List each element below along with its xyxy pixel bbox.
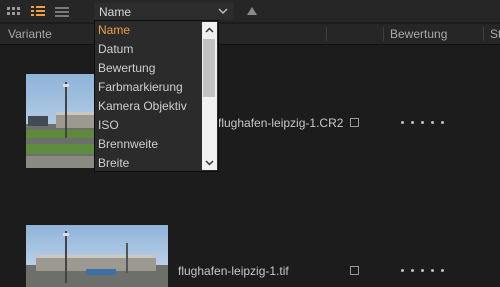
dropdown-option-datum[interactable]: Datum bbox=[95, 40, 201, 59]
column-header: Variante Bewertung St bbox=[0, 24, 500, 45]
scrollbar-thumb[interactable] bbox=[203, 39, 215, 97]
file-name[interactable]: flughafen-leipzig-1.CR2 bbox=[218, 116, 343, 130]
file-name[interactable]: flughafen-leipzig-1.tif bbox=[178, 264, 289, 278]
column-truncated[interactable]: St bbox=[490, 27, 500, 41]
rating-dot[interactable] bbox=[411, 269, 414, 272]
chevron-down-icon bbox=[217, 5, 229, 17]
rating-dot[interactable] bbox=[441, 121, 444, 124]
list-item[interactable]: flughafen-leipzig-1.tif bbox=[0, 175, 500, 287]
sort-direction-icon[interactable] bbox=[245, 5, 259, 17]
photo-thumbnail[interactable] bbox=[26, 225, 168, 287]
rating-dot[interactable] bbox=[431, 121, 434, 124]
rating-dots[interactable] bbox=[401, 269, 444, 272]
scroll-up-arrow-icon[interactable] bbox=[204, 25, 215, 36]
sort-field-dropdown[interactable]: Name Datum Bewertung Farbmarkierung Kame… bbox=[94, 20, 219, 172]
select-checkbox[interactable] bbox=[350, 118, 359, 127]
detail-view-icon[interactable] bbox=[54, 3, 70, 19]
toolbar: Name bbox=[0, 0, 500, 22]
rating-dot[interactable] bbox=[431, 269, 434, 272]
list-item[interactable]: flughafen-leipzig-1.CR2 bbox=[0, 45, 500, 175]
column-divider[interactable] bbox=[383, 27, 384, 41]
column-variant[interactable]: Variante bbox=[8, 27, 52, 41]
dropdown-option-kamera-objektiv[interactable]: Kamera Objektiv bbox=[95, 97, 201, 116]
list-view-icon[interactable] bbox=[30, 3, 46, 19]
rating-dot[interactable] bbox=[421, 269, 424, 272]
dropdown-option-iso[interactable]: ISO bbox=[95, 116, 201, 135]
sort-field-value: Name bbox=[99, 5, 132, 19]
rating-dot[interactable] bbox=[401, 121, 404, 124]
scroll-down-arrow-icon[interactable] bbox=[204, 157, 215, 168]
grid-view-icon[interactable] bbox=[6, 3, 22, 19]
select-checkbox[interactable] bbox=[350, 266, 359, 275]
rating-dot[interactable] bbox=[421, 121, 424, 124]
dropdown-scrollbar[interactable] bbox=[202, 22, 217, 170]
dropdown-option-farbmarkierung[interactable]: Farbmarkierung bbox=[95, 78, 201, 97]
rating-dots[interactable] bbox=[401, 121, 444, 124]
column-divider[interactable] bbox=[483, 27, 484, 41]
dropdown-option-breite[interactable]: Breite bbox=[95, 154, 201, 171]
rating-dot[interactable] bbox=[401, 269, 404, 272]
dropdown-option-bewertung[interactable]: Bewertung bbox=[95, 59, 201, 78]
dropdown-option-name[interactable]: Name bbox=[95, 21, 201, 40]
dropdown-option-brennweite[interactable]: Brennweite bbox=[95, 135, 201, 154]
rating-dot[interactable] bbox=[411, 121, 414, 124]
sort-field-select[interactable]: Name bbox=[94, 2, 234, 20]
column-divider[interactable] bbox=[326, 27, 327, 41]
rating-dot[interactable] bbox=[441, 269, 444, 272]
column-rating[interactable]: Bewertung bbox=[390, 27, 447, 41]
